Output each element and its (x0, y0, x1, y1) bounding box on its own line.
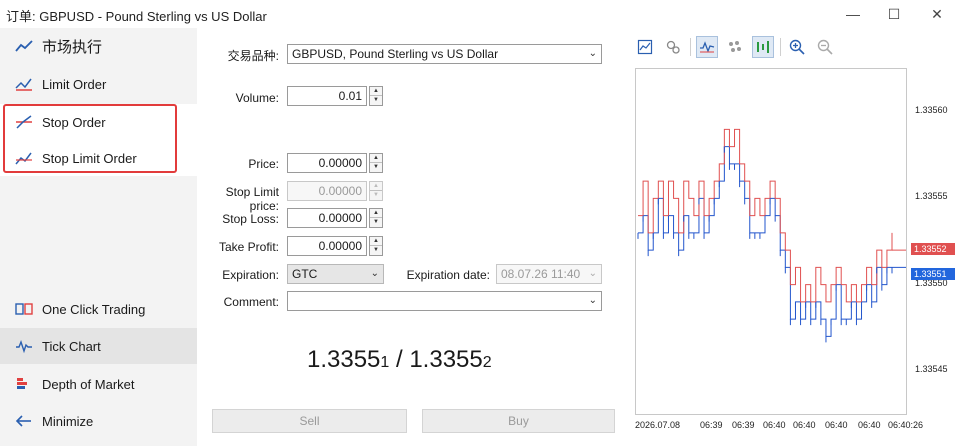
symbol-select[interactable]: GBPUSD, Pound Sterling vs US Dollar ⌄ (287, 44, 602, 64)
price-input[interactable]: 0.00000 (287, 153, 367, 173)
toolbar-separator (690, 38, 691, 56)
sidebar-item-stop-order[interactable]: Stop Order (0, 104, 197, 140)
stop-loss-label: Stop Loss: (222, 212, 279, 226)
chevron-down-icon: ⌄ (588, 268, 597, 279)
expiration-date-label: Expiration date: (406, 268, 490, 282)
x-tick-label: 06:40 (825, 420, 848, 430)
depth-of-market-icon (14, 374, 34, 394)
x-tick-label: 06:40:26 (888, 420, 924, 430)
bid-series-line (638, 146, 892, 337)
buy-button[interactable]: Buy (422, 409, 615, 433)
x-tick-label: 06:40 (858, 420, 881, 430)
window-title: 订单: GBPUSD - Pound Sterling vs US Dollar (6, 9, 267, 24)
stop-limit-price-stepper: ▲ ▼ (369, 181, 383, 201)
tick-chart-plot[interactable] (635, 68, 907, 415)
sidebar-item-limit-order[interactable]: Limit Order (0, 66, 197, 102)
bid-price-tag: 1.33551 (911, 268, 955, 281)
expiration-label: Expiration: (222, 268, 279, 282)
stop-order-icon (14, 112, 34, 132)
volume-stepper[interactable]: ▲ ▼ (369, 86, 383, 106)
sidebar-item-stop-limit-order[interactable]: Stop Limit Order (0, 140, 197, 176)
take-profit-input[interactable]: 0.00000 (287, 236, 367, 256)
stop-loss-stepper[interactable]: ▲ ▼ (369, 208, 383, 228)
limit-order-icon (14, 74, 34, 94)
x-tick-label: 06:39 (732, 420, 755, 430)
minimize-window-button[interactable]: — (842, 3, 864, 25)
sidebar-item-label: Depth of Market (42, 376, 135, 392)
y-tick-label: 1.33545 (915, 363, 948, 374)
comment-input[interactable]: ⌄ (287, 291, 602, 311)
x-tick-label: 06:39 (700, 420, 723, 430)
order-form: 交易品种: GBPUSD, Pound Sterling vs US Dolla… (197, 28, 615, 446)
expiration-value: GTC (292, 267, 318, 281)
zoom-in-icon[interactable] (786, 36, 808, 58)
bid-price-main: 1.3355 (307, 346, 381, 373)
one-click-trading-icon (14, 299, 34, 319)
ask-price-last-digit: 2 (482, 354, 492, 371)
tick-chart-panel: 1.33560 1.33555 1.33550 1.33545 2026.07.08 0… (615, 28, 960, 446)
dots-chart-icon[interactable] (724, 36, 746, 58)
x-tick-label: 06:40 (763, 420, 786, 430)
expiration-date-picker: 08.07.26 11:40 ⌄ (496, 264, 602, 284)
order-type-sidebar: 市场执行 Limit Order Stop Order Stop Limit O… (0, 28, 197, 446)
tick-chart-icon (14, 336, 34, 356)
toolbar-separator (780, 38, 781, 56)
bid-ask-bars-icon[interactable] (752, 36, 774, 58)
x-tick-label: 06:40 (793, 420, 816, 430)
volume-input[interactable]: 0.01 (287, 86, 367, 106)
sidebar-item-label: Minimize (42, 413, 94, 429)
sidebar-item-one-click-trading[interactable]: One Click Trading (0, 291, 197, 327)
expiration-select[interactable]: GTC ⌄ (287, 264, 384, 284)
quote-separator: / (389, 346, 410, 373)
chevron-down-icon: ⌄ (588, 48, 597, 59)
expiration-date-value: 08.07.26 11:40 (501, 267, 581, 281)
bid-ask-quote: 1.33551 / 1.33552 (307, 346, 492, 374)
sidebar-item-label: Stop Order (42, 114, 106, 130)
stop-limit-price-label: Stop Limit price: (225, 185, 279, 213)
sidebar-item-tick-chart[interactable]: Tick Chart (0, 328, 197, 364)
x-tick-label: 2026.07.08 (635, 420, 681, 430)
sell-button[interactable]: Sell (212, 409, 407, 433)
sidebar-item-minimize[interactable]: Minimize (0, 403, 197, 439)
tick-chart-svg (637, 128, 906, 343)
chevron-down-icon: ⌄ (370, 268, 379, 279)
stop-limit-price-input: 0.00000 (287, 181, 367, 201)
chart-settings-icon[interactable] (634, 36, 656, 58)
zoom-out-icon[interactable] (814, 36, 836, 58)
symbol-label: 交易品种: (227, 49, 279, 63)
volume-label: Volume: (235, 91, 279, 105)
ask-price-tag: 1.33552 (911, 243, 955, 256)
sidebar-item-depth-of-market[interactable]: Depth of Market (0, 366, 197, 402)
comment-label: Comment: (223, 295, 279, 309)
ask-price-main: 1.3355 (409, 346, 483, 373)
sidebar-item-label: Limit Order (42, 76, 107, 92)
price-label: Price: (248, 157, 279, 171)
maximize-window-button[interactable]: ☐ (883, 3, 905, 25)
sidebar-item-label: One Click Trading (42, 301, 146, 317)
trend-up-icon (14, 36, 34, 56)
price-stepper[interactable]: ▲ ▼ (369, 153, 383, 173)
line-chart-icon[interactable] (696, 36, 718, 58)
sidebar-item-label: 市场执行 (42, 38, 103, 56)
y-tick-label: 1.33555 (915, 191, 948, 202)
sidebar-item-label: Tick Chart (42, 338, 101, 354)
chevron-down-icon: ⌄ (588, 295, 597, 306)
stop-limit-order-icon (14, 148, 34, 168)
sidebar-item-label: Stop Limit Order (42, 150, 137, 166)
sidebar-item-market-execution[interactable]: 市场执行 (0, 28, 197, 64)
arrow-left-icon (14, 411, 34, 431)
stop-loss-input[interactable]: 0.00000 (287, 208, 367, 228)
take-profit-label: Take Profit: (218, 240, 279, 254)
tick-settings-icon[interactable] (662, 36, 684, 58)
symbol-value: GBPUSD, Pound Sterling vs US Dollar (292, 47, 499, 61)
close-window-button[interactable]: ✕ (926, 3, 948, 25)
y-tick-label: 1.33560 (915, 105, 948, 116)
bid-price-last-digit: 1 (380, 354, 390, 371)
title-bar: 订单: GBPUSD - Pound Sterling vs US Dollar… (0, 0, 960, 28)
take-profit-stepper[interactable]: ▲ ▼ (369, 236, 383, 256)
